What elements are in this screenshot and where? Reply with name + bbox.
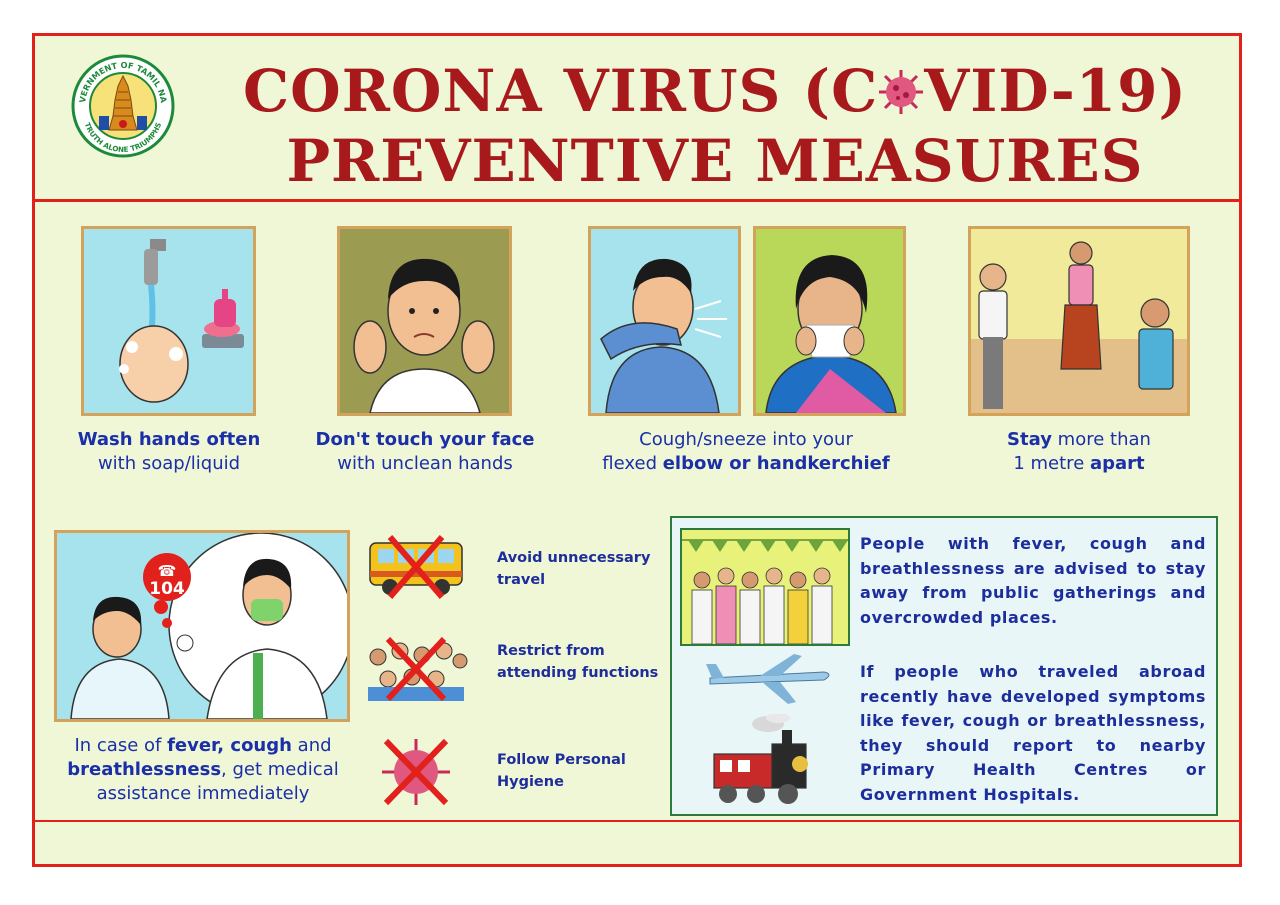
gathering-illustration xyxy=(680,528,850,646)
social-distance-illustration xyxy=(968,226,1190,416)
sneeze-handkerchief-illustration xyxy=(753,226,906,416)
title-line-2: PREVENTIVE MEASURES xyxy=(286,127,1144,195)
label-personal-hygiene: Follow Personal Hygiene xyxy=(497,752,626,790)
wash-hands-illustration xyxy=(81,226,256,416)
caption-dont-touch-face: Don't touch your face with unclean hands xyxy=(315,429,535,474)
caption-cough-sneeze: Cough/sneeze into your flexed elbow or ha… xyxy=(602,429,890,474)
advisory-box: People with fever, cough and breathlessn… xyxy=(670,516,1218,816)
medical-help-illustration: ☎ 104 xyxy=(54,530,350,722)
helpline-number: 104 xyxy=(149,579,185,599)
advisory-gatherings: People with fever, cough and breathlessn… xyxy=(860,534,1206,627)
bus-crossed-icon xyxy=(369,535,463,599)
title-line-1: CORONA VIRUS (C VID-19) xyxy=(243,57,1187,125)
crowd-crossed-icon xyxy=(368,637,468,701)
label-restrict-functions: Restrict from attending functions xyxy=(497,643,659,681)
caption-stay-apart: Stay more than 1 metre apart xyxy=(1007,429,1151,474)
dont-touch-face-illustration xyxy=(337,226,512,416)
caption-wash-hands: Wash hands often with soap/liquid xyxy=(77,429,261,474)
train-icon xyxy=(713,714,808,804)
tamil-nadu-seal-icon: GOVERNMENT OF TAMIL NADU TRUTH ALONE TRI… xyxy=(71,54,175,158)
virus-crossed-icon xyxy=(382,738,450,806)
poster-header: GOVERNMENT OF TAMIL NADU TRUTH ALONE TRI… xyxy=(35,36,1239,202)
caption-medical: In case of fever, cough and breathlessne… xyxy=(67,735,339,804)
airplane-icon xyxy=(706,654,830,704)
footer-strip xyxy=(35,820,1239,864)
phone-icon: ☎ xyxy=(157,562,177,580)
advisory-travellers: If people who traveled abroad recently h… xyxy=(860,662,1206,804)
coronavirus-icon xyxy=(879,70,924,114)
label-avoid-travel: Avoid unnecessary travel xyxy=(497,550,651,588)
cough-elbow-illustration xyxy=(588,226,741,416)
